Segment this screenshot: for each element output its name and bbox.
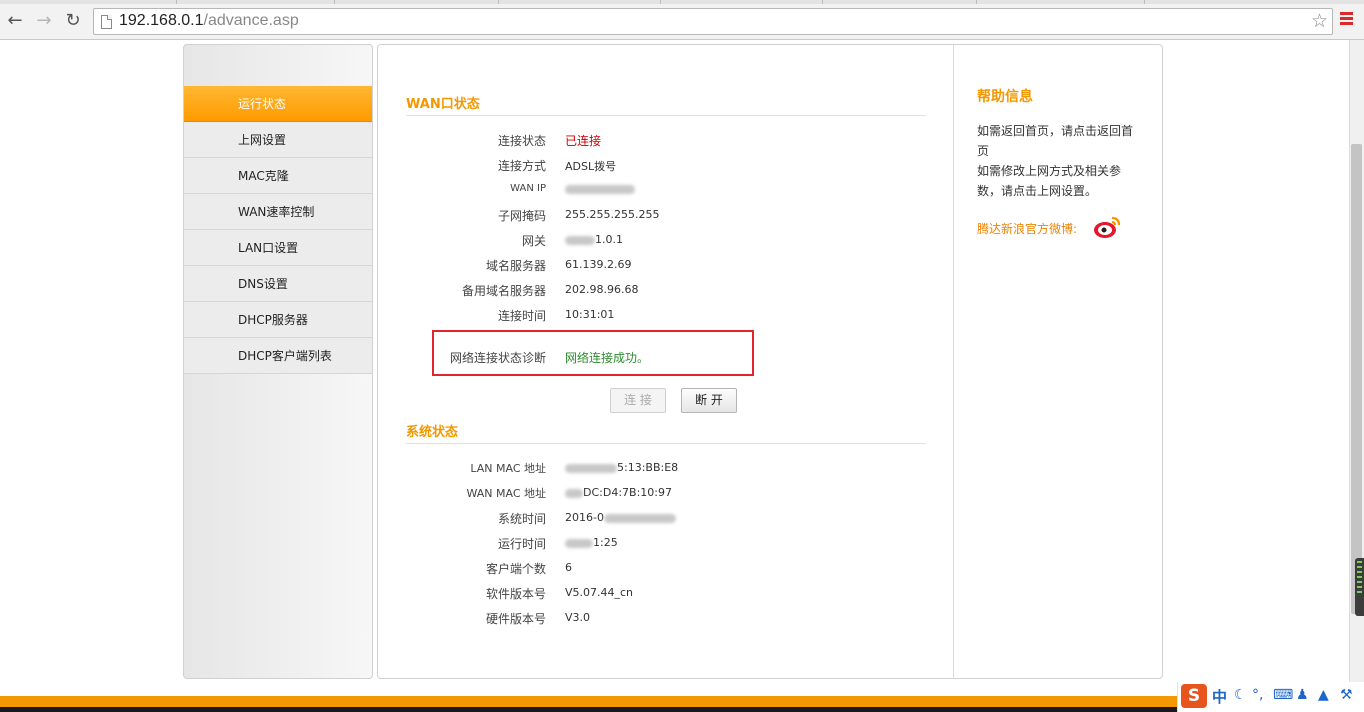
address-bar[interactable]: 192.168.0.1/advance.asp ☆ [93,8,1333,35]
redacted-value [565,184,635,194]
wan-section-title: WAN口状态 [406,97,480,112]
help-text-home: 如需返回首页，请点击返回首页 [977,124,1134,158]
sidebar-item-dhcp-clients[interactable]: DHCP客户端列表 [184,338,372,374]
wrench-icon[interactable]: ⚒ [1340,687,1353,703]
wan-value-conn-time: 10:31:01 [565,308,615,321]
wan-label-mask: 子网掩码 [497,209,546,223]
connect-button[interactable]: 连 接 [610,388,666,413]
wan-value-mode: ADSL拨号 [565,160,617,173]
wan-value-gateway: 1.0.1 [565,233,623,246]
wan-value-mask: 255.255.255.255 [565,208,660,221]
browser-menu-icon[interactable] [1340,12,1353,26]
tab-divider [176,0,177,4]
sys-label-sw-version: 软件版本号 [485,587,546,601]
shirt-icon[interactable]: ▲ [1318,687,1329,703]
moon-icon[interactable]: ☾ [1234,687,1247,703]
ime-toolbar: S 中 ☾ °, ⌨ ♟ ▲ ⚒ [1177,682,1364,712]
address-url: 192.168.0.1/advance.asp [119,12,299,29]
sys-value-sw-version: V5.07.44_cn [565,586,634,599]
sidebar-item-run-status[interactable]: 运行状态 [184,86,372,122]
sys-label-lan-mac: LAN MAC 地址 [470,462,546,475]
redacted-value [565,538,593,548]
sidebar-item-dhcp-server[interactable]: DHCP服务器 [184,302,372,338]
sidebar-item-mac-clone[interactable]: MAC克隆 [184,158,372,194]
network-meter-widget [1355,558,1364,616]
wan-value-status: 已连接 [565,134,602,148]
wan-label-dns2: 备用域名服务器 [461,284,546,298]
diagnosis-value: 网络连接成功。 [565,351,650,365]
wan-value-ip [565,182,635,195]
wan-label-conn-time: 连接时间 [497,309,546,323]
sys-value-lan-mac: 5:13:BB:E8 [565,461,678,474]
wan-label-ip: WAN IP [510,183,546,194]
sidebar-item-lan-settings[interactable]: LAN口设置 [184,230,372,266]
sidebar-item-internet-settings[interactable]: 上网设置 [184,122,372,158]
sogou-logo-icon[interactable]: S [1181,684,1207,708]
sys-label-hw-version: 硬件版本号 [485,612,546,626]
tab-divider [822,0,823,4]
bookmark-star-icon[interactable]: ☆ [1311,10,1328,32]
redacted-value [603,513,676,523]
ime-mode-chinese[interactable]: 中 [1212,686,1227,707]
wan-label-status: 连接状态 [497,134,546,148]
sidebar-item-dns-settings[interactable]: DNS设置 [184,266,372,302]
back-arrow-icon[interactable]: ← [5,10,25,31]
system-section-title: 系统状态 [406,425,459,440]
sys-value-uptime: 1:25 [565,536,618,549]
keyboard-icon[interactable]: ⌨ [1273,687,1293,703]
sys-value-hw-version: V3.0 [565,611,591,624]
weibo-icon[interactable] [1092,212,1122,240]
sidebar-menu: 运行状态 上网设置 MAC克隆 WAN速率控制 LAN口设置 DNS设置 DHC… [183,44,373,679]
section-divider [406,443,926,444]
sys-label-wan-mac: WAN MAC 地址 [466,487,546,500]
panel-divider [953,45,954,678]
disconnect-button[interactable]: 断 开 [681,388,737,413]
tab-divider [1144,0,1145,4]
tab-divider [660,0,661,4]
user-icon[interactable]: ♟ [1296,687,1309,703]
sys-label-clients: 客户端个数 [485,562,546,576]
sys-value-wan-mac: DC:D4:7B:10:97 [565,486,672,499]
section-divider [406,115,926,116]
wan-label-mode: 连接方式 [497,159,546,173]
help-text-settings: 如需修改上网方式及相关参数，请点击上网设置。 [977,164,1122,198]
sys-value-clients: 6 [565,561,572,574]
scrollbar-thumb[interactable] [1351,144,1362,614]
reload-icon[interactable]: ↻ [63,10,83,31]
wan-label-gateway: 网关 [521,234,546,248]
weibo-link[interactable]: 腾达新浪官方微博: [977,220,1077,237]
tab-strip [0,0,1364,4]
redacted-value [565,488,583,498]
sidebar-item-wan-rate[interactable]: WAN速率控制 [184,194,372,230]
wan-value-dns2: 202.98.96.68 [565,283,639,296]
sys-label-time: 系统时间 [497,512,546,526]
tab-divider [976,0,977,4]
wan-value-dns1: 61.139.2.69 [565,258,632,271]
redacted-value [565,235,595,245]
help-title: 帮助信息 [977,89,1033,105]
sys-value-time: 2016-0 [565,511,676,524]
sys-label-uptime: 运行时间 [497,537,546,551]
tab-divider [334,0,335,4]
wan-label-dns1: 域名服务器 [485,259,546,273]
bottom-bar [0,696,1364,712]
punctuation-icon[interactable]: °, [1252,687,1263,703]
tab-divider [498,0,499,4]
diagnosis-label: 网络连接状态诊断 [449,351,546,365]
page-icon [101,15,112,29]
forward-arrow-icon[interactable]: → [34,10,54,31]
redacted-value [565,463,617,473]
